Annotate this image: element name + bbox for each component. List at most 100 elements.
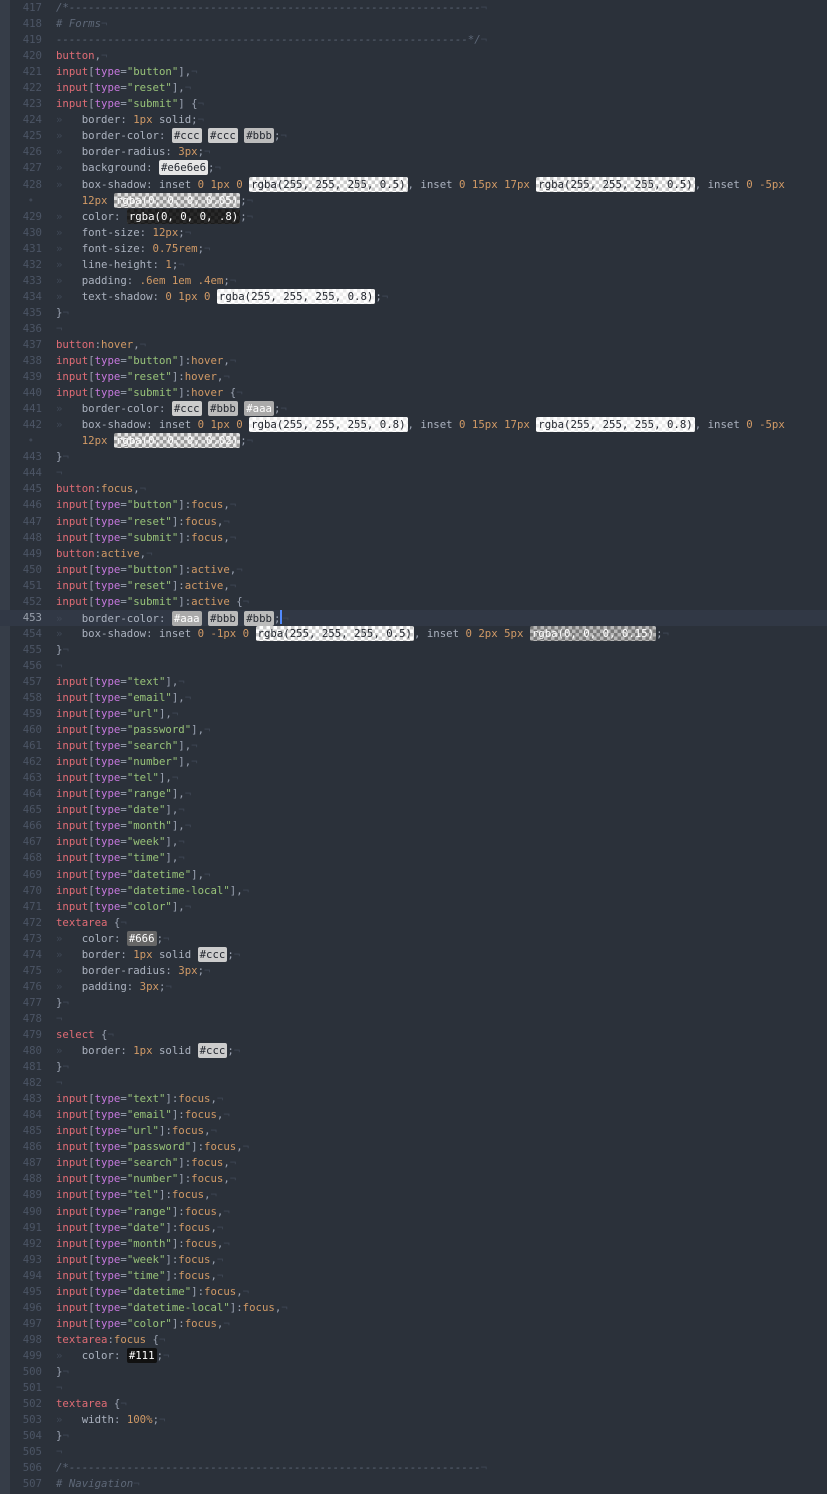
code-line[interactable]: 477}¬	[0, 995, 827, 1011]
code-line[interactable]: 426» border-radius: 3px;¬	[0, 144, 827, 160]
code-line[interactable]: 487input[type="search"]:focus,¬	[0, 1155, 827, 1171]
code-line[interactable]: 446input[type="button"]:focus,¬	[0, 497, 827, 513]
code-line[interactable]: • 12px rgba(0, 0, 0, 0.05);¬	[0, 193, 827, 209]
code-line[interactable]: 468input[type="time"],¬	[0, 850, 827, 866]
line-number[interactable]: 485	[0, 1123, 48, 1139]
line-number[interactable]: 473	[0, 931, 48, 947]
code-line[interactable]: 418# Forms¬	[0, 16, 827, 32]
code-line[interactable]: 432» line-height: 1;¬	[0, 257, 827, 273]
code-line[interactable]: 467input[type="week"],¬	[0, 834, 827, 850]
line-number[interactable]: 433	[0, 273, 48, 289]
line-number[interactable]: 487	[0, 1155, 48, 1171]
line-number[interactable]: 482	[0, 1075, 48, 1091]
line-number[interactable]: 506	[0, 1460, 48, 1476]
line-number[interactable]: 444	[0, 465, 48, 481]
line-number[interactable]: 435	[0, 305, 48, 321]
line-number[interactable]: 462	[0, 754, 48, 770]
line-number[interactable]: 423	[0, 96, 48, 112]
code-line[interactable]: 423input[type="submit"] {¬	[0, 96, 827, 112]
line-number[interactable]: 426	[0, 144, 48, 160]
code-line[interactable]: 443}¬	[0, 449, 827, 465]
line-number[interactable]: 470	[0, 883, 48, 899]
line-number[interactable]: 483	[0, 1091, 48, 1107]
line-number[interactable]: 450	[0, 562, 48, 578]
code-line[interactable]: 461input[type="search"],¬	[0, 738, 827, 754]
code-line[interactable]: 484input[type="email"]:focus,¬	[0, 1107, 827, 1123]
code-line[interactable]: 503» width: 100%;¬	[0, 1412, 827, 1428]
wrap-indicator[interactable]: •	[0, 433, 48, 449]
line-number[interactable]: 427	[0, 160, 48, 176]
code-line[interactable]: 456¬	[0, 658, 827, 674]
line-number[interactable]: 496	[0, 1300, 48, 1316]
code-line[interactable]: 424» border: 1px solid;¬	[0, 112, 827, 128]
code-line[interactable]: 425» border-color: #ccc #ccc #bbb;¬	[0, 128, 827, 144]
line-number[interactable]: 465	[0, 802, 48, 818]
line-number[interactable]: 458	[0, 690, 48, 706]
code-line[interactable]: 502textarea {¬	[0, 1396, 827, 1412]
line-number[interactable]: 474	[0, 947, 48, 963]
code-line[interactable]: 435}¬	[0, 305, 827, 321]
line-number[interactable]: 490	[0, 1204, 48, 1220]
line-number[interactable]: 460	[0, 722, 48, 738]
line-number[interactable]: 452	[0, 594, 48, 610]
line-number[interactable]: 500	[0, 1364, 48, 1380]
code-line[interactable]: 451input[type="reset"]:active,¬	[0, 578, 827, 594]
code-line[interactable]: 437button:hover,¬	[0, 337, 827, 353]
code-line[interactable]: 483input[type="text"]:focus,¬	[0, 1091, 827, 1107]
code-line[interactable]: 439input[type="reset"]:hover,¬	[0, 369, 827, 385]
code-line[interactable]: 482¬	[0, 1075, 827, 1091]
code-line[interactable]: 430» font-size: 12px;¬	[0, 225, 827, 241]
line-number[interactable]: 437	[0, 337, 48, 353]
code-line[interactable]: 474» border: 1px solid #ccc;¬	[0, 947, 827, 963]
line-number[interactable]: 449	[0, 546, 48, 562]
code-line[interactable]: 419-------------------------------------…	[0, 32, 827, 48]
line-number[interactable]: 428	[0, 177, 48, 193]
code-line[interactable]: 494input[type="time"]:focus,¬	[0, 1268, 827, 1284]
line-number[interactable]: 442	[0, 417, 48, 433]
line-number[interactable]: 464	[0, 786, 48, 802]
code-line[interactable]: 465input[type="date"],¬	[0, 802, 827, 818]
code-line[interactable]: 417/*-----------------------------------…	[0, 0, 827, 16]
code-line[interactable]: 420button,¬	[0, 48, 827, 64]
line-number[interactable]: 432	[0, 257, 48, 273]
line-number[interactable]: 436	[0, 321, 48, 337]
line-number[interactable]: 429	[0, 209, 48, 225]
code-line[interactable]: 499» color: #111;¬	[0, 1348, 827, 1364]
line-number[interactable]: 454	[0, 626, 48, 642]
code-line[interactable]: 471input[type="color"],¬	[0, 899, 827, 915]
code-line[interactable]: 473» color: #666;¬	[0, 931, 827, 947]
line-number[interactable]: 488	[0, 1171, 48, 1187]
code-line[interactable]: 472textarea {¬	[0, 915, 827, 931]
line-number[interactable]: 472	[0, 915, 48, 931]
code-line[interactable]: 505¬	[0, 1444, 827, 1460]
code-line[interactable]: 498textarea:focus {¬	[0, 1332, 827, 1348]
code-line[interactable]: 466input[type="month"],¬	[0, 818, 827, 834]
code-line[interactable]: 421input[type="button"],¬	[0, 64, 827, 80]
line-number[interactable]: 468	[0, 850, 48, 866]
code-line[interactable]: 463input[type="tel"],¬	[0, 770, 827, 786]
line-number[interactable]: 478	[0, 1011, 48, 1027]
code-line[interactable]: 475» border-radius: 3px;¬	[0, 963, 827, 979]
code-line[interactable]: 440input[type="submit"]:hover {¬	[0, 385, 827, 401]
line-number[interactable]: 499	[0, 1348, 48, 1364]
code-line[interactable]: 489input[type="tel"]:focus,¬	[0, 1187, 827, 1203]
code-line[interactable]: 485input[type="url"]:focus,¬	[0, 1123, 827, 1139]
code-line[interactable]: 495input[type="datetime"]:focus,¬	[0, 1284, 827, 1300]
line-number[interactable]: 489	[0, 1187, 48, 1203]
line-number[interactable]: 443	[0, 449, 48, 465]
line-number[interactable]: 494	[0, 1268, 48, 1284]
code-line[interactable]: 431» font-size: 0.75rem;¬	[0, 241, 827, 257]
code-line[interactable]: • 12px rgba(0, 0, 0, 0.02);¬	[0, 433, 827, 449]
code-line[interactable]: 501¬	[0, 1380, 827, 1396]
code-line[interactable]: 444¬	[0, 465, 827, 481]
code-line[interactable]: 459input[type="url"],¬	[0, 706, 827, 722]
code-line[interactable]: 470input[type="datetime-local"],¬	[0, 883, 827, 899]
line-number[interactable]: 481	[0, 1059, 48, 1075]
code-line[interactable]: 438input[type="button"]:hover,¬	[0, 353, 827, 369]
code-line[interactable]: 422input[type="reset"],¬	[0, 80, 827, 96]
wrap-indicator[interactable]: •	[0, 193, 48, 209]
line-number[interactable]: 419	[0, 32, 48, 48]
code-line[interactable]: 491input[type="date"]:focus,¬	[0, 1220, 827, 1236]
line-number[interactable]: 493	[0, 1252, 48, 1268]
line-number[interactable]: 476	[0, 979, 48, 995]
